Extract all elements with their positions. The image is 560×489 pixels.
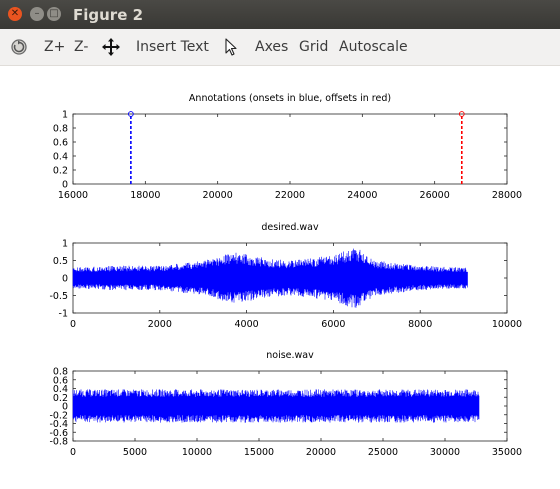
- y-tick-label: 0.8: [53, 367, 68, 378]
- x-tick-label: 20000: [203, 190, 233, 201]
- y-tick-label: 0.4: [53, 152, 68, 163]
- x-tick-label: 0: [70, 447, 76, 458]
- maximize-window-button[interactable]: □: [47, 7, 61, 21]
- x-tick-label: 26000: [420, 190, 450, 201]
- pan-icon[interactable]: [101, 37, 121, 57]
- zoom-out-button[interactable]: Z-: [74, 39, 88, 55]
- zoom-in-button[interactable]: Z+: [44, 39, 65, 55]
- plot-axes-0: [72, 113, 508, 185]
- figure-toolbar: Z+ Z- Insert Text Axes Grid Autoscale: [0, 29, 560, 66]
- y-tick-label: 0.6: [53, 138, 68, 149]
- select-pointer-icon[interactable]: [221, 37, 241, 57]
- x-tick-label: 22000: [275, 190, 305, 201]
- plot-title-1: desired.wav: [261, 222, 319, 233]
- x-tick-label: 15000: [244, 447, 274, 458]
- y-tick-label: 1: [62, 239, 68, 250]
- x-tick-label: 10000: [492, 319, 522, 330]
- x-tick-label: 30000: [430, 447, 460, 458]
- y-tick-label: 0.8: [53, 124, 68, 135]
- grid-button[interactable]: Grid: [299, 39, 328, 55]
- insert-text-button[interactable]: Insert Text: [136, 39, 209, 55]
- minimize-window-button[interactable]: –: [30, 7, 44, 21]
- plot-title-0: Annotations (onsets in blue, offsets in …: [189, 93, 391, 104]
- x-tick-label: 2000: [148, 319, 172, 330]
- axes-button[interactable]: Axes: [255, 39, 288, 55]
- y-tick-label: 0.5: [53, 256, 68, 267]
- x-tick-label: 5000: [123, 447, 147, 458]
- x-tick-label: 4000: [235, 319, 259, 330]
- y-tick-label: 0.2: [53, 166, 68, 177]
- title-bar: ✕ – □ Figure 2: [0, 0, 560, 29]
- x-tick-label: 16000: [58, 190, 88, 201]
- x-tick-label: 24000: [347, 190, 377, 201]
- x-tick-label: 20000: [306, 447, 336, 458]
- y-tick-label: 1: [62, 110, 68, 121]
- y-tick-label: -1: [59, 309, 68, 320]
- x-tick-label: 10000: [182, 447, 212, 458]
- window-title: Figure 2: [73, 6, 144, 24]
- x-tick-label: 35000: [492, 447, 522, 458]
- y-tick-label: 0: [62, 180, 68, 191]
- y-tick-label: -0.5: [49, 291, 68, 302]
- x-tick-label: 28000: [492, 190, 522, 201]
- rotate-icon[interactable]: [9, 37, 29, 57]
- figure-window: ✕ – □ Figure 2 Z+ Z- Insert Text Axes Gr…: [0, 0, 560, 489]
- close-window-button[interactable]: ✕: [8, 7, 22, 21]
- figure-canvas[interactable]: Annotations (onsets in blue, offsets in …: [0, 65, 560, 489]
- y-tick-label: 0: [62, 274, 68, 285]
- x-tick-label: 25000: [368, 447, 398, 458]
- plot-title-2: noise.wav: [266, 350, 314, 361]
- x-tick-label: 6000: [321, 319, 345, 330]
- x-tick-label: 0: [70, 319, 76, 330]
- autoscale-button[interactable]: Autoscale: [339, 39, 408, 55]
- x-tick-label: 18000: [130, 190, 160, 201]
- x-tick-label: 8000: [408, 319, 432, 330]
